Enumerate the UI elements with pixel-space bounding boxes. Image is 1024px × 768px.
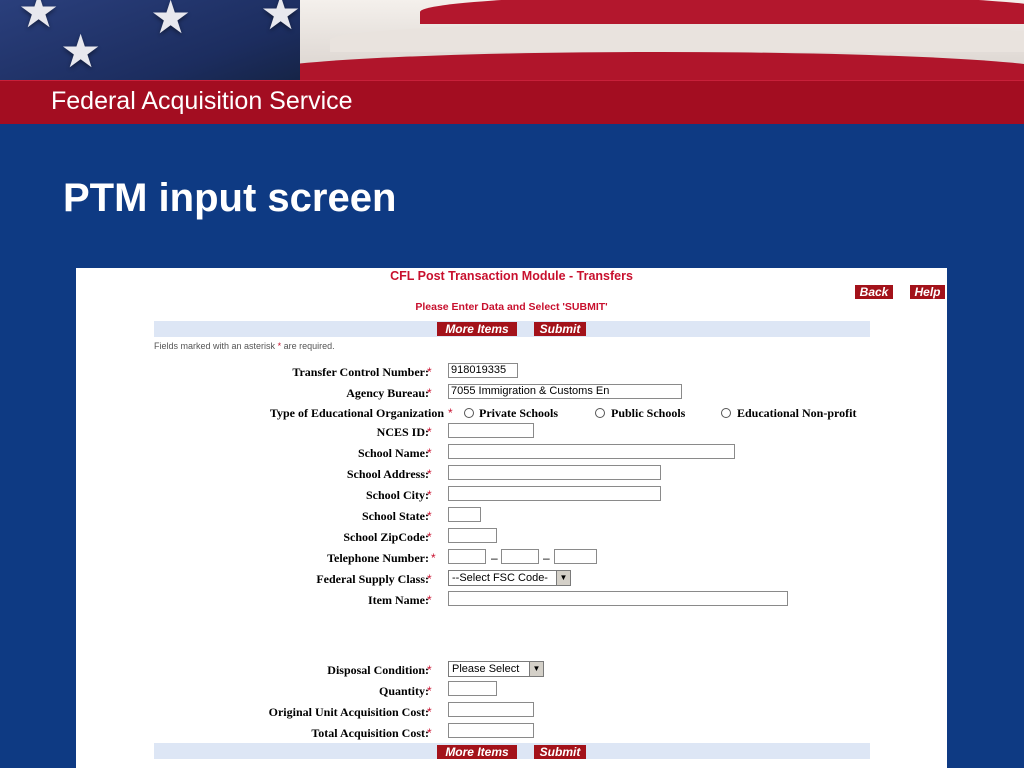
- total-cost-label: Total Acquisition Cost:: [311, 726, 429, 740]
- telephone-separator: –: [491, 551, 498, 565]
- agency-bureau-input[interactable]: 7055 Immigration & Customs En: [448, 384, 682, 399]
- telephone-separator: –: [543, 551, 550, 565]
- disposal-condition-label: Disposal Condition:: [327, 663, 429, 677]
- quantity-label: Quantity:: [378, 684, 429, 698]
- required-asterisk: *: [427, 530, 432, 544]
- required-asterisk: *: [427, 425, 432, 439]
- form-instruction: Please Enter Data and Select 'SUBMIT': [415, 301, 608, 313]
- item-name-input[interactable]: [448, 591, 788, 606]
- star-icon: ★: [18, 0, 60, 37]
- school-state-input[interactable]: [448, 507, 481, 522]
- telephone-label: Telephone Number:: [327, 551, 429, 565]
- item-name-label: Item Name:: [368, 593, 429, 607]
- quantity-input[interactable]: [448, 681, 497, 696]
- school-state-label: School State:: [362, 509, 429, 523]
- org-type-label: Type of Educational Organization: [269, 406, 444, 420]
- flag-stripe: [420, 0, 1024, 24]
- required-asterisk: *: [427, 488, 432, 502]
- disposal-condition-selected: Please Select: [452, 663, 520, 675]
- educational-nonprofit-radio[interactable]: [721, 408, 731, 418]
- required-asterisk: *: [427, 684, 432, 698]
- form-panel: CFL Post Transaction Module - Transfers …: [76, 268, 947, 768]
- dropdown-arrow-icon[interactable]: ▼: [556, 571, 570, 585]
- telephone-prefix-input[interactable]: [501, 549, 539, 564]
- private-schools-label: Private Schools: [479, 406, 558, 420]
- required-asterisk: *: [427, 365, 432, 379]
- telephone-line-input[interactable]: [554, 549, 597, 564]
- back-button[interactable]: Back: [855, 285, 893, 299]
- required-note: Fields marked with an asterisk * are req…: [154, 340, 335, 352]
- required-asterisk: *: [427, 446, 432, 460]
- school-city-label: School City:: [366, 488, 429, 502]
- required-note-text-end: are required.: [283, 341, 335, 351]
- required-asterisk: *: [427, 726, 432, 740]
- telephone-area-code-input[interactable]: [448, 549, 486, 564]
- more-items-button[interactable]: More Items: [437, 322, 517, 336]
- star-icon: ★: [260, 0, 302, 39]
- school-zipcode-label: School ZipCode:: [343, 530, 429, 544]
- federal-supply-class-select[interactable]: --Select FSC Code- ▼: [448, 570, 571, 586]
- slide-title: PTM input screen: [63, 176, 397, 220]
- transfer-control-number-label: Transfer Control Number:: [292, 365, 429, 379]
- school-name-label: School Name:: [358, 446, 429, 460]
- required-asterisk: *: [427, 467, 432, 481]
- original-unit-cost-input[interactable]: [448, 702, 534, 717]
- federal-supply-class-selected: --Select FSC Code-: [452, 572, 548, 584]
- nces-id-input[interactable]: [448, 423, 534, 438]
- private-schools-radio[interactable]: [464, 408, 474, 418]
- transfer-control-number-input[interactable]: 918019335: [448, 363, 518, 378]
- required-note-text: Fields marked with an asterisk: [154, 341, 276, 351]
- form-title: CFL Post Transaction Module - Transfers: [390, 269, 633, 283]
- required-asterisk: *: [427, 386, 432, 400]
- required-asterisk: *: [427, 593, 432, 607]
- agency-bureau-label: Agency Bureau:: [346, 386, 429, 400]
- star-icon: ★: [60, 25, 102, 77]
- school-name-input[interactable]: [448, 444, 735, 459]
- required-asterisk: *: [448, 406, 453, 420]
- submit-button[interactable]: Submit: [534, 322, 586, 336]
- disposal-condition-select[interactable]: Please Select ▼: [448, 661, 544, 677]
- more-items-button-bottom[interactable]: More Items: [437, 745, 517, 759]
- total-cost-input[interactable]: [448, 723, 534, 738]
- school-address-input[interactable]: [448, 465, 661, 480]
- required-asterisk: *: [427, 663, 432, 677]
- dropdown-arrow-icon[interactable]: ▼: [529, 662, 543, 676]
- public-schools-label: Public Schools: [611, 406, 686, 420]
- required-asterisk: *: [427, 509, 432, 523]
- school-city-input[interactable]: [448, 486, 661, 501]
- submit-button-bottom[interactable]: Submit: [534, 745, 586, 759]
- federal-supply-class-label: Federal Supply Class:: [316, 572, 429, 586]
- flag-canton: ★ ★ ★ ★: [0, 0, 302, 80]
- flag-stripe: [260, 52, 1024, 80]
- school-zipcode-input[interactable]: [448, 528, 497, 543]
- required-asterisk: *: [427, 705, 432, 719]
- help-button[interactable]: Help: [910, 285, 945, 299]
- nces-id-label: NCES ID:: [376, 425, 429, 439]
- educational-nonprofit-label: Educational Non-profit: [737, 406, 857, 420]
- public-schools-radio[interactable]: [595, 408, 605, 418]
- star-icon: ★: [150, 0, 192, 43]
- required-asterisk: *: [427, 572, 432, 586]
- flag-stripe: [330, 22, 1024, 52]
- school-address-label: School Address:: [346, 467, 429, 481]
- service-title: Federal Acquisition Service: [51, 87, 353, 115]
- original-unit-cost-label: Original Unit Acquisition Cost:: [268, 705, 429, 719]
- required-asterisk: *: [431, 551, 436, 565]
- asterisk: *: [277, 341, 282, 351]
- flag-banner: ★ ★ ★ ★: [0, 0, 1024, 80]
